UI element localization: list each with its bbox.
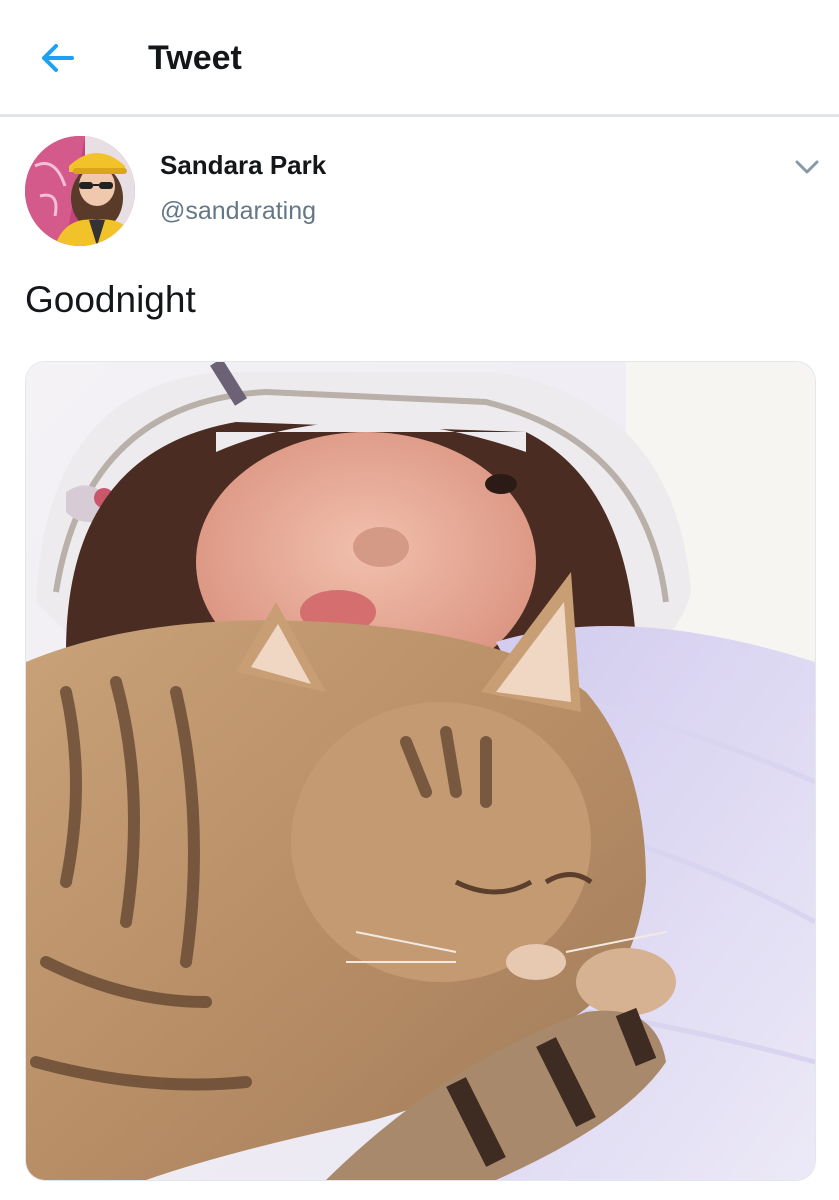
tweet-photo[interactable] — [25, 361, 816, 1181]
tweet-text: Goodnight — [25, 279, 196, 320]
more-options-button[interactable] — [790, 152, 824, 182]
page-title: Tweet — [148, 39, 242, 77]
avatar[interactable] — [25, 136, 135, 246]
back-button[interactable] — [36, 36, 80, 80]
author-handle[interactable]: @sandarating — [160, 196, 316, 226]
author-name[interactable]: Sandara Park — [160, 150, 326, 180]
chevron-down-icon — [795, 160, 819, 174]
app-header: Tweet — [0, 0, 839, 117]
arrow-left-icon — [42, 44, 74, 72]
